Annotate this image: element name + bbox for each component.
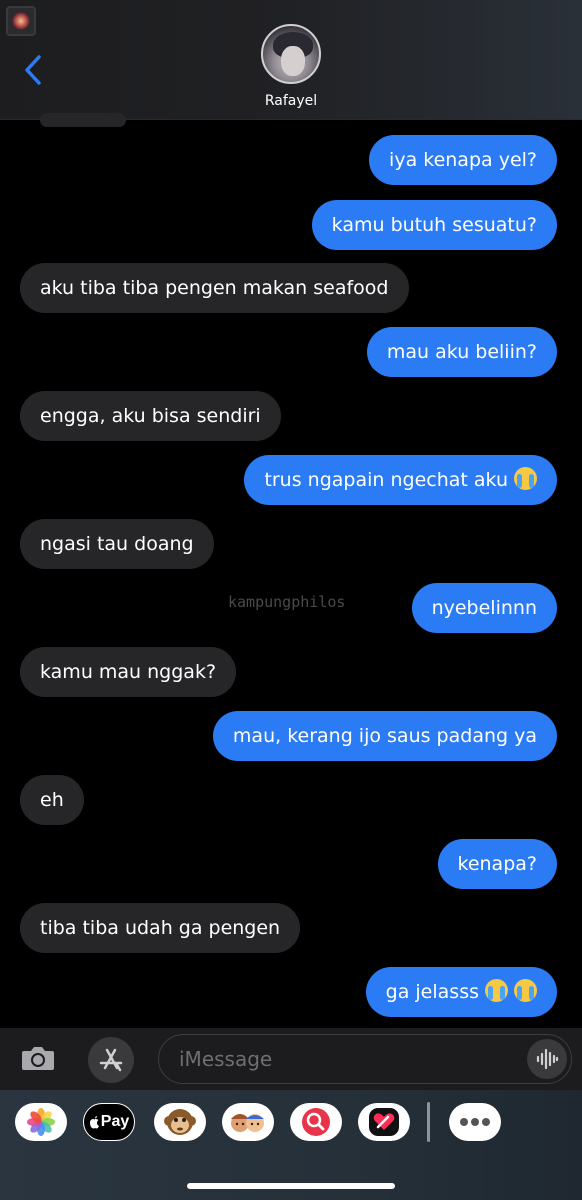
message-bubble[interactable]: nyebelinnn: [411, 583, 557, 633]
message-text: tiba tiba udah ga pengen: [40, 917, 281, 939]
conversation-header: Rafayel: [0, 0, 582, 120]
message-bubble[interactable]: aku tiba tiba pengen makan seafood: [20, 263, 409, 313]
memoji-app-button[interactable]: [222, 1103, 274, 1141]
message-text: kamu butuh sesuatu?: [331, 214, 537, 236]
message-field[interactable]: [158, 1034, 572, 1084]
message-text: mau aku beliin?: [386, 341, 537, 363]
message-bubble[interactable]: ga jelasss: [365, 967, 557, 1017]
digital-touch-icon: [369, 1108, 399, 1136]
message-bubble[interactable]: kamu butuh sesuatu?: [311, 200, 557, 250]
message-bubble[interactable]: mau, kerang ijo saus padang ya: [212, 711, 557, 761]
waveform-icon: [536, 1048, 559, 1070]
message-bubble[interactable]: iya kenapa yel?: [369, 135, 557, 185]
loudly-crying-emoji-icon: [514, 979, 537, 1002]
message-bubble[interactable]: kenapa?: [437, 839, 557, 889]
app-store-icon: [99, 1048, 123, 1072]
back-button[interactable]: [18, 52, 48, 88]
message-bubble[interactable]: engga, aku bisa sendiri: [20, 391, 281, 441]
partial-received-bubble: [40, 113, 126, 127]
contact-avatar[interactable]: [261, 24, 321, 84]
image-search-icon: [302, 1108, 330, 1136]
message-bubble[interactable]: ngasi tau doang: [20, 519, 214, 569]
loudly-crying-emoji-icon: [485, 979, 508, 1002]
message-text: kamu mau nggak?: [40, 661, 217, 683]
message-text: trus ngapain ngechat aku: [264, 469, 508, 491]
message-text: engga, aku bisa sendiri: [40, 405, 261, 427]
message-text: ga jelasss: [385, 981, 479, 1003]
more-icon: [460, 1118, 490, 1126]
camera-icon: [22, 1047, 54, 1070]
message-text: aku tiba tiba pengen makan seafood: [40, 277, 389, 299]
audio-message-button[interactable]: [527, 1039, 567, 1079]
profile-badge-icon: [6, 6, 36, 36]
apple-pay-icon: [89, 1116, 99, 1129]
message-bubble[interactable]: tiba tiba udah ga pengen: [20, 903, 301, 953]
camera-button[interactable]: [18, 1040, 58, 1076]
digital-touch-app-button[interactable]: [358, 1103, 410, 1141]
animoji-app-button[interactable]: [154, 1103, 206, 1141]
home-indicator[interactable]: [187, 1183, 395, 1189]
message-text: eh: [40, 789, 64, 811]
apple-pay-app-button[interactable]: Pay: [83, 1103, 135, 1141]
memoji-icon: [231, 1114, 264, 1132]
message-text: mau, kerang ijo saus padang ya: [232, 725, 537, 747]
compose-bar: [0, 1028, 582, 1090]
contact-name[interactable]: Rafayel: [0, 93, 582, 109]
photos-app-button[interactable]: [15, 1103, 67, 1141]
drawer-divider: [427, 1102, 430, 1142]
message-list: iya kenapa yel? kamu butuh sesuatu? aku …: [0, 113, 582, 1028]
chevron-left-icon: [25, 55, 41, 85]
message-text: kenapa?: [457, 853, 538, 875]
message-bubble[interactable]: kamu mau nggak?: [20, 647, 237, 697]
message-bubble[interactable]: eh: [20, 775, 84, 825]
message-bubble[interactable]: trus ngapain ngechat aku: [244, 455, 557, 505]
message-text: ngasi tau doang: [40, 533, 194, 555]
watermark: kampungphilos: [228, 593, 346, 611]
message-text: iya kenapa yel?: [389, 149, 537, 171]
message-bubble[interactable]: mau aku beliin?: [366, 327, 557, 377]
message-text: nyebelinnn: [431, 597, 537, 619]
apple-pay-label: Pay: [100, 1113, 130, 1130]
image-search-app-button[interactable]: [290, 1103, 342, 1141]
loudly-crying-emoji-icon: [514, 467, 537, 490]
monkey-memoji-icon: [164, 1109, 196, 1135]
photos-icon: [27, 1108, 55, 1136]
app-store-button[interactable]: [88, 1037, 134, 1083]
message-input[interactable]: [179, 1035, 519, 1082]
more-apps-button[interactable]: [449, 1103, 501, 1141]
